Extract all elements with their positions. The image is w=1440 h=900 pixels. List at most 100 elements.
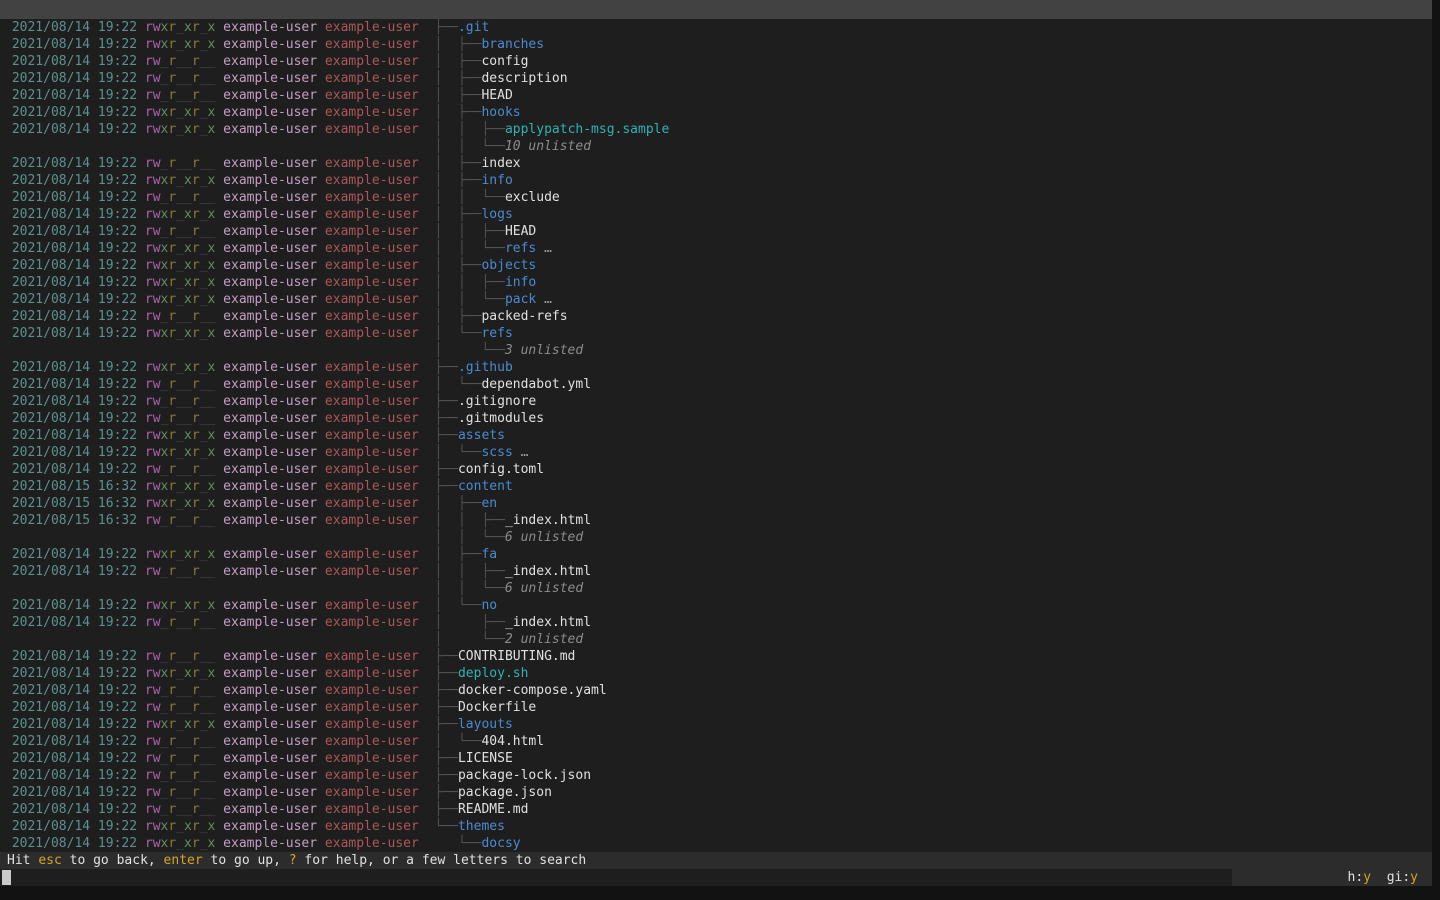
file-row[interactable]: 2021/08/14 19:22 rwxr_xr_x example-user … (4, 665, 1432, 682)
file-perm-bit: _ (176, 394, 184, 409)
file-row[interactable]: 2021/08/14 19:22 rw_r__r__ example-user … (4, 682, 1432, 699)
file-perm-bit: _ (176, 360, 184, 375)
file-date: 2021/08/14 19:22 (4, 683, 145, 698)
file-perm-bit: _ (176, 377, 184, 392)
file-perm-bit: r (145, 224, 153, 239)
file-row[interactable]: 2021/08/14 19:22 rwxr_xr_x example-user … (4, 206, 1432, 223)
file-perm-bit: _ (176, 649, 184, 664)
file-perm-bit: w (153, 37, 161, 52)
file-row[interactable]: 2021/08/14 19:22 rw_r__r__ example-user … (4, 733, 1432, 750)
file-name: HEAD (505, 224, 536, 239)
file-date: 2021/08/14 19:22 (4, 275, 145, 290)
file-perm-bit: w (153, 326, 161, 341)
file-row[interactable]: 2021/08/14 19:22 rw_r__r__ example-user … (4, 699, 1432, 716)
file-perm-bit: _ (200, 122, 208, 137)
file-row[interactable]: 2021/08/14 19:22 rwxr_xr_x example-user … (4, 325, 1432, 342)
file-row[interactable]: 2021/08/15 16:32 rw_r__r__ example-user … (4, 512, 1432, 529)
file-perm-bit: r (145, 275, 153, 290)
file-row[interactable]: 2021/08/14 19:22 rwxr_xr_x example-user … (4, 835, 1432, 852)
file-row[interactable]: 2021/08/14 19:22 rw_r__r__ example-user … (4, 410, 1432, 427)
file-row[interactable]: 2021/08/14 19:22 rwxr_xr_x example-user … (4, 818, 1432, 835)
file-group: example-user (317, 54, 419, 69)
tree-branch-lines: │ ├── (435, 496, 482, 511)
file-row[interactable]: 2021/08/14 19:22 rw_r__r__ example-user … (4, 376, 1432, 393)
file-row[interactable]: │ └──3 unlisted (4, 342, 1432, 359)
file-owner: example-user (215, 700, 317, 715)
file-row[interactable]: 2021/08/14 19:22 rwxr_xr_x example-user … (4, 257, 1432, 274)
file-row[interactable]: 2021/08/14 19:22 rw_r__r__ example-user … (4, 155, 1432, 172)
file-perm-bit: _ (200, 37, 208, 52)
tree-branch-lines: ├── (435, 428, 458, 443)
file-date: 2021/08/14 19:22 (4, 20, 145, 35)
tree-branch-lines: │ │ └── (434, 530, 504, 545)
file-row[interactable]: 2021/08/14 19:22 rw_r__r__ example-user … (4, 784, 1432, 801)
file-row[interactable]: │ │ └──6 unlisted (4, 580, 1432, 597)
file-row[interactable]: 2021/08/14 19:22 rwxr_xr_x example-user … (4, 716, 1432, 733)
file-perm-bit: r (192, 190, 200, 205)
input-cursor[interactable] (2, 870, 11, 885)
file-row[interactable]: 2021/08/14 19:22 rwxr_xr_x example-user … (4, 19, 1432, 36)
file-row[interactable]: 2021/08/14 19:22 rw_r__r__ example-user … (4, 563, 1432, 580)
file-perm-bit: r (145, 105, 153, 120)
status-text: Hit (7, 853, 38, 868)
file-row[interactable]: 2021/08/14 19:22 rwxr_xr_x example-user … (4, 359, 1432, 376)
file-perm-bit: _ (176, 309, 184, 324)
file-row[interactable]: 2021/08/14 19:22 rw_r__r__ example-user … (4, 189, 1432, 206)
file-row[interactable]: 2021/08/14 19:22 rwxr_xr_x example-user … (4, 274, 1432, 291)
file-row[interactable]: 2021/08/15 16:32 rwxr_xr_x example-user … (4, 478, 1432, 495)
file-row[interactable]: 2021/08/14 19:22 rwxr_xr_x example-user … (4, 36, 1432, 53)
file-row[interactable]: │ │ └──6 unlisted (4, 529, 1432, 546)
file-owner: example-user (215, 734, 317, 749)
file-perm-bit: _ (176, 71, 184, 86)
file-owner: example-user (215, 462, 317, 477)
file-perm-bit: _ (200, 734, 208, 749)
file-row[interactable]: 2021/08/14 19:22 rwxr_xr_x example-user … (4, 444, 1432, 461)
file-owner: example-user (215, 224, 317, 239)
file-row[interactable]: 2021/08/14 19:22 rwxr_xr_x example-user … (4, 546, 1432, 563)
file-perm-bit: r (192, 156, 200, 171)
file-row[interactable]: 2021/08/14 19:22 rw_r__r__ example-user … (4, 750, 1432, 767)
file-row[interactable]: 2021/08/14 19:22 rw_r__r__ example-user … (4, 70, 1432, 87)
file-row[interactable]: 2021/08/14 19:22 rw_r__r__ example-user … (4, 801, 1432, 818)
file-perm-bit: _ (184, 615, 192, 630)
file-row[interactable]: 2021/08/14 19:22 rwxr_xr_x example-user … (4, 121, 1432, 138)
file-row[interactable]: 2021/08/14 19:22 rwxr_xr_x example-user … (4, 427, 1432, 444)
file-perm-bit: _ (200, 547, 208, 562)
file-perm-bit: r (192, 326, 200, 341)
file-row[interactable]: 2021/08/14 19:22 rw_r__r__ example-user … (4, 53, 1432, 70)
flag-value: y (1363, 870, 1371, 885)
file-row[interactable]: 2021/08/14 19:22 rw_r__r__ example-user … (4, 648, 1432, 665)
file-row[interactable]: 2021/08/14 19:22 rwxr_xr_x example-user … (4, 104, 1432, 121)
file-perm-bit: r (192, 649, 200, 664)
file-name: content (458, 479, 513, 494)
search-input-bar[interactable]: h:y gi:y (0, 869, 1432, 886)
file-row[interactable]: 2021/08/14 19:22 rwxr_xr_x example-user … (4, 240, 1432, 257)
file-row[interactable]: 2021/08/14 19:22 rw_r__r__ example-user … (4, 223, 1432, 240)
file-owner: example-user (215, 54, 317, 69)
file-name: refs (505, 241, 536, 256)
file-perm-bit: w (153, 836, 161, 851)
tree-branch-lines: │ │ ├── (435, 513, 505, 528)
file-row[interactable]: 2021/08/14 19:22 rw_r__r__ example-user … (4, 308, 1432, 325)
file-row[interactable]: 2021/08/14 19:22 rwxr_xr_x example-user … (4, 172, 1432, 189)
file-perm-bit: r (192, 785, 200, 800)
file-row[interactable]: 2021/08/14 19:22 rw_r__r__ example-user … (4, 461, 1432, 478)
file-perm-bit: r (192, 275, 200, 290)
file-row[interactable]: 2021/08/14 19:22 rwxr_xr_x example-user … (4, 597, 1432, 614)
file-row[interactable]: 2021/08/14 19:22 rw_r__r__ example-user … (4, 614, 1432, 631)
file-group: example-user (317, 802, 419, 817)
file-perm-bit: r (145, 785, 153, 800)
file-group: example-user (317, 122, 419, 137)
file-row[interactable]: 2021/08/14 19:22 rwxr_xr_x example-user … (4, 291, 1432, 308)
file-owner: example-user (215, 292, 317, 307)
file-perm-bit: r (192, 768, 200, 783)
file-perm-bit: r (145, 564, 153, 579)
file-row[interactable]: 2021/08/14 19:22 rw_r__r__ example-user … (4, 767, 1432, 784)
file-row[interactable]: 2021/08/14 19:22 rw_r__r__ example-user … (4, 393, 1432, 410)
file-owner: example-user (215, 207, 317, 222)
file-group: example-user (317, 615, 419, 630)
file-row[interactable]: │ │ └──10 unlisted (4, 138, 1432, 155)
file-row[interactable]: 2021/08/14 19:22 rw_r__r__ example-user … (4, 87, 1432, 104)
file-row[interactable]: 2021/08/15 16:32 rwxr_xr_x example-user … (4, 495, 1432, 512)
file-row[interactable]: │ └──2 unlisted (4, 631, 1432, 648)
